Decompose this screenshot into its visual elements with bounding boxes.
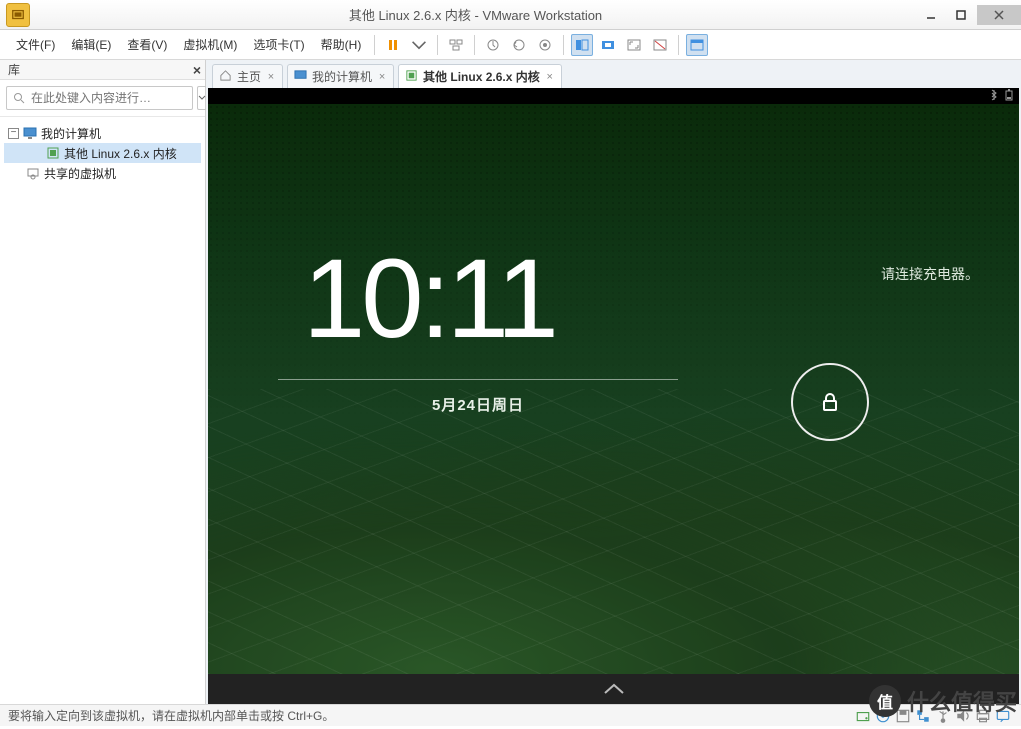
sidebar-close-icon[interactable]: ×: [193, 62, 201, 78]
shared-icon: [26, 166, 40, 180]
vm-console[interactable]: 10:11 5月24日周日 请连接充电器。: [208, 88, 1019, 704]
pause-button[interactable]: [382, 34, 404, 56]
menu-edit[interactable]: 编辑(E): [63, 32, 119, 57]
tree-root-mycomputer[interactable]: − 我的计算机: [4, 123, 201, 143]
lock-icon: [818, 390, 842, 414]
window-title: 其他 Linux 2.6.x 内核 - VMware Workstation: [36, 5, 915, 24]
app-icon: [6, 3, 30, 27]
divider: [278, 379, 678, 380]
printer-icon[interactable]: [975, 708, 991, 724]
close-button[interactable]: [977, 5, 1021, 25]
collapse-icon[interactable]: −: [8, 128, 19, 139]
tree-label: 我的计算机: [41, 125, 101, 142]
tab-label: 其他 Linux 2.6.x 内核: [423, 68, 540, 85]
lockscreen-date: 5月24日周日: [278, 394, 678, 415]
status-hint: 要将输入定向到该虚拟机，请在虚拟机内部单击或按 Ctrl+G。: [8, 707, 334, 724]
tab-bar: 主页 × 我的计算机 × 其他 Linux 2.6.x 内核 ×: [206, 60, 1021, 88]
fullscreen-button[interactable]: [623, 34, 645, 56]
unity-button[interactable]: [649, 34, 671, 56]
lockscreen-clock: 10:11: [303, 234, 555, 363]
android-lockscreen[interactable]: 10:11 5月24日周日 请连接充电器。: [208, 104, 1019, 674]
menu-vm[interactable]: 虚拟机(M): [175, 32, 245, 57]
tree-shared-vms[interactable]: 共享的虚拟机: [4, 163, 201, 183]
tab-active-vm[interactable]: 其他 Linux 2.6.x 内核 ×: [398, 64, 562, 88]
library-tree: − 我的计算机 其他 Linux 2.6.x 内核 共享的虚拟机: [0, 117, 205, 189]
menu-tabs[interactable]: 选项卡(T): [245, 32, 312, 57]
window-titlebar: 其他 Linux 2.6.x 内核 - VMware Workstation: [0, 0, 1021, 30]
snapshot-revert-button[interactable]: [508, 34, 530, 56]
disk-activity-icon[interactable]: [855, 708, 871, 724]
tab-home[interactable]: 主页 ×: [212, 64, 283, 88]
search-icon: [13, 92, 25, 104]
status-bar: 要将输入定向到该虚拟机，请在虚拟机内部单击或按 Ctrl+G。: [0, 704, 1021, 726]
tab-close-icon[interactable]: ×: [266, 72, 276, 82]
network-icon[interactable]: [915, 708, 931, 724]
monitor-icon: [294, 69, 307, 85]
vm-icon: [405, 69, 418, 85]
battery-icon: [1005, 89, 1013, 104]
unlock-ring[interactable]: [791, 363, 869, 441]
search-input[interactable]: [31, 91, 186, 105]
tab-label: 主页: [237, 68, 261, 85]
menubar: 文件(F) 编辑(E) 查看(V) 虚拟机(M) 选项卡(T) 帮助(H): [0, 30, 1021, 60]
android-navbar[interactable]: [208, 674, 1019, 704]
cdrom-icon[interactable]: [875, 708, 891, 724]
dropdown-button[interactable]: [408, 34, 430, 56]
thumbnail-bar-button[interactable]: [686, 34, 708, 56]
tab-close-icon[interactable]: ×: [545, 72, 555, 82]
sidebar-title: 库: [8, 61, 20, 78]
bluetooth-icon: [989, 89, 999, 104]
library-sidebar: 库 × − 我的计算机 其他 Linux 2.6.x 内核 共享的虚拟机: [0, 60, 206, 704]
nav-up-icon[interactable]: [603, 682, 625, 696]
message-icon[interactable]: [995, 708, 1011, 724]
view-stretch-button[interactable]: [597, 34, 619, 56]
tab-label: 我的计算机: [312, 68, 372, 85]
minimize-button[interactable]: [917, 5, 945, 25]
menu-file[interactable]: 文件(F): [8, 32, 63, 57]
vm-icon: [46, 146, 60, 160]
tree-label: 其他 Linux 2.6.x 内核: [64, 145, 177, 162]
send-ctrl-alt-del-button[interactable]: [445, 34, 467, 56]
charger-message: 请连接充电器。: [881, 264, 979, 284]
monitor-icon: [23, 126, 37, 140]
snapshot-button[interactable]: [482, 34, 504, 56]
tab-mycomputer[interactable]: 我的计算机 ×: [287, 64, 394, 88]
tree-vm-linux[interactable]: 其他 Linux 2.6.x 内核: [4, 143, 201, 163]
snapshot-manager-button[interactable]: [534, 34, 556, 56]
menu-help[interactable]: 帮助(H): [313, 32, 370, 57]
search-box[interactable]: [6, 86, 193, 110]
tree-label: 共享的虚拟机: [44, 165, 116, 182]
menu-view[interactable]: 查看(V): [119, 32, 175, 57]
tab-close-icon[interactable]: ×: [377, 72, 387, 82]
sound-icon[interactable]: [955, 708, 971, 724]
home-icon: [219, 69, 232, 85]
view-console-button[interactable]: [571, 34, 593, 56]
floppy-icon[interactable]: [895, 708, 911, 724]
maximize-button[interactable]: [947, 5, 975, 25]
android-statusbar: [208, 88, 1019, 104]
usb-icon[interactable]: [935, 708, 951, 724]
